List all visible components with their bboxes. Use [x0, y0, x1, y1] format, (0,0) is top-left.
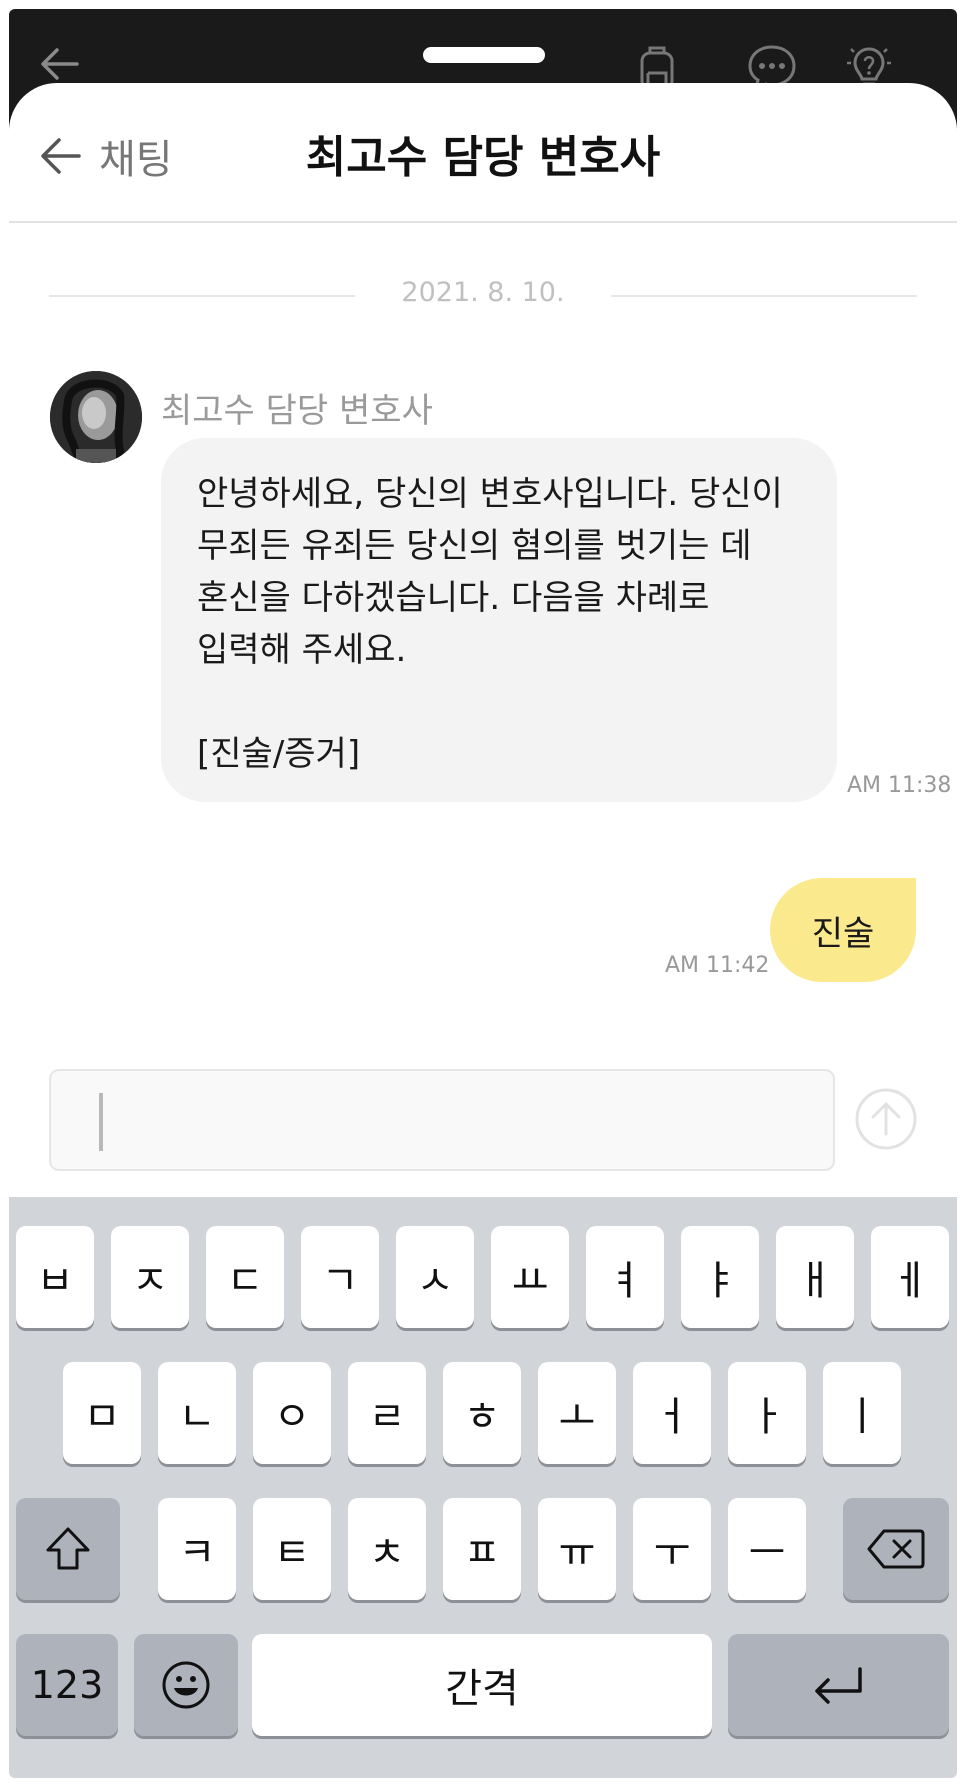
key[interactable]: ㅂ — [16, 1226, 94, 1328]
back-arrow-icon[interactable] — [35, 39, 85, 89]
key[interactable]: ㅗ — [538, 1362, 616, 1464]
key[interactable]: ㅎ — [443, 1362, 521, 1464]
keyboard: ㅂ ㅈ ㄷ ㄱ ㅅ ㅛ ㅕ ㅑ ㅐ ㅔ ㅁ ㄴ ㅇ ㄹ ㅎ ㅗ ㅓ ㅏ ㅣ ㅋ … — [9, 1197, 957, 1778]
emoji-key[interactable] — [134, 1634, 238, 1736]
incoming-message-text: 안녕하세요, 당신의 변호사입니다. 당신이 무죄든 유죄든 당신의 혐의를 벗… — [197, 474, 783, 774]
key[interactable]: ㅕ — [586, 1226, 664, 1328]
avatar-image — [50, 371, 142, 463]
incoming-time: AM 11:38 — [847, 773, 952, 798]
shift-arrow-icon — [46, 1527, 90, 1570]
key[interactable]: ㅏ — [728, 1362, 806, 1464]
outgoing-message-bubble: 진술 — [770, 878, 916, 982]
key[interactable]: ㄴ — [158, 1362, 236, 1464]
key[interactable]: ㅊ — [348, 1498, 426, 1600]
text-cursor — [99, 1093, 103, 1151]
sheet-handle[interactable] — [423, 47, 545, 63]
key[interactable]: ㅡ — [728, 1498, 806, 1600]
key[interactable]: ㅣ — [823, 1362, 901, 1464]
key[interactable]: ㅇ — [253, 1362, 331, 1464]
shift-key[interactable] — [16, 1498, 120, 1600]
key[interactable]: ㅑ — [681, 1226, 759, 1328]
message-input[interactable] — [49, 1069, 835, 1171]
backspace-key[interactable] — [843, 1498, 949, 1600]
return-arrow-icon — [814, 1667, 862, 1704]
date-divider: 2021. 8. 10. — [49, 275, 917, 315]
sender-name: 최고수 담당 변호사 — [161, 391, 433, 431]
numbers-key[interactable]: 123 — [16, 1634, 118, 1736]
key[interactable]: ㄱ — [301, 1226, 379, 1328]
key[interactable]: ㄹ — [348, 1362, 426, 1464]
key[interactable]: ㅛ — [491, 1226, 569, 1328]
avatar[interactable] — [50, 371, 142, 463]
key[interactable]: ㅌ — [253, 1498, 331, 1600]
space-key[interactable]: 간격 — [252, 1634, 712, 1736]
emoji-face-icon — [162, 1661, 210, 1709]
chat-header: 채팅 최고수 담당 변호사 — [9, 83, 957, 223]
key[interactable]: ㅍ — [443, 1498, 521, 1600]
send-arrow-icon[interactable] — [854, 1087, 918, 1151]
outgoing-time: AM 11:42 — [665, 953, 770, 978]
key[interactable]: ㄷ — [206, 1226, 284, 1328]
key[interactable]: ㅅ — [396, 1226, 474, 1328]
incoming-message-bubble: 안녕하세요, 당신의 변호사입니다. 당신이 무죄든 유죄든 당신의 혐의를 벗… — [161, 438, 837, 802]
key[interactable]: ㅋ — [158, 1498, 236, 1600]
page-title: 최고수 담당 변호사 — [305, 132, 661, 183]
divider-line — [611, 295, 917, 297]
key[interactable]: ㅠ — [538, 1498, 616, 1600]
key[interactable]: ㅈ — [111, 1226, 189, 1328]
backspace-icon — [867, 1529, 925, 1569]
key[interactable]: ㅐ — [776, 1226, 854, 1328]
app-window: 채팅 최고수 담당 변호사 2021. 8. 10. 최고수 담당 변호사 안녕… — [9, 9, 957, 1778]
key[interactable]: ㅁ — [63, 1362, 141, 1464]
date-label: 2021. 8. 10. — [401, 277, 565, 308]
key[interactable]: ㅔ — [871, 1226, 949, 1328]
key[interactable]: ㅜ — [633, 1498, 711, 1600]
return-key[interactable] — [728, 1634, 949, 1736]
key[interactable]: ㅓ — [633, 1362, 711, 1464]
